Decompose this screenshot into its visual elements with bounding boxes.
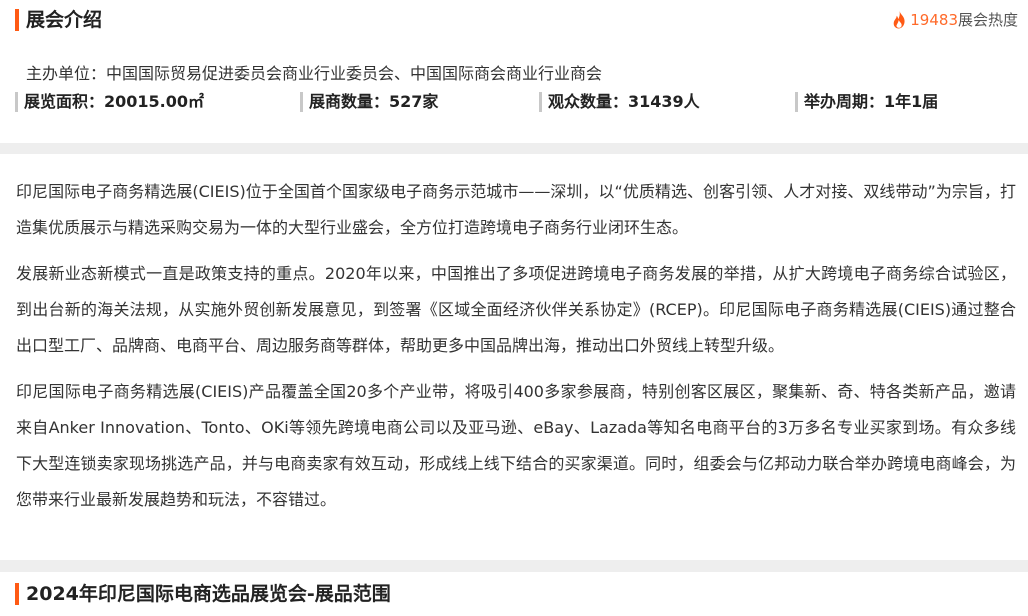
exhibit-scope-header: 2024年印尼国际电商选品展览会-展品范围 (0, 572, 1028, 616)
intro-paragraph: 印尼国际电子商务精选展(CIEIS)位于全国首个国家级电子商务示范城市——深圳，… (16, 182, 1016, 237)
intro-content: 印尼国际电子商务精选展(CIEIS)位于全国首个国家级电子商务示范城市——深圳，… (0, 154, 1028, 560)
next-section-title: 2024年印尼国际电商选品展览会-展品范围 (15, 583, 391, 605)
heat-value: 19483 (910, 11, 958, 29)
section-title: 展会介绍 (15, 9, 102, 31)
stat-area: 展览面积：20015.00㎡ (15, 92, 204, 112)
section-divider (0, 143, 1028, 154)
exhibition-intro-header: 展会介绍 19483 展会热度 主办单位：中国国际贸易促进委员会商业行业委员会、… (0, 0, 1028, 143)
stat-cycle: 举办周期：1年1届 (795, 92, 938, 112)
heat-label: 展会热度 (957, 11, 1018, 29)
stat-visitors: 观众数量：31439人 (539, 92, 700, 112)
intro-paragraph: 发展新业态新模式一直是政策支持的重点。2020年以来，中国推出了多项促进跨境电子… (16, 264, 1016, 355)
stats-bar: 展览面积：20015.00㎡ 展商数量：527家 观众数量：31439人 举办周… (15, 92, 1028, 112)
flame-icon (893, 10, 905, 29)
organizer-info: 主办单位：中国国际贸易促进委员会商业行业委员会、中国国际商会商业行业商会 (26, 64, 603, 83)
heat-indicator: 19483 展会热度 (891, 9, 1018, 31)
intro-paragraph: 印尼国际电子商务精选展(CIEIS)产品覆盖全国20多个产业带，将吸引400多家… (16, 382, 1016, 509)
section-divider (0, 560, 1028, 572)
stat-exhibitors: 展商数量：527家 (300, 92, 438, 112)
